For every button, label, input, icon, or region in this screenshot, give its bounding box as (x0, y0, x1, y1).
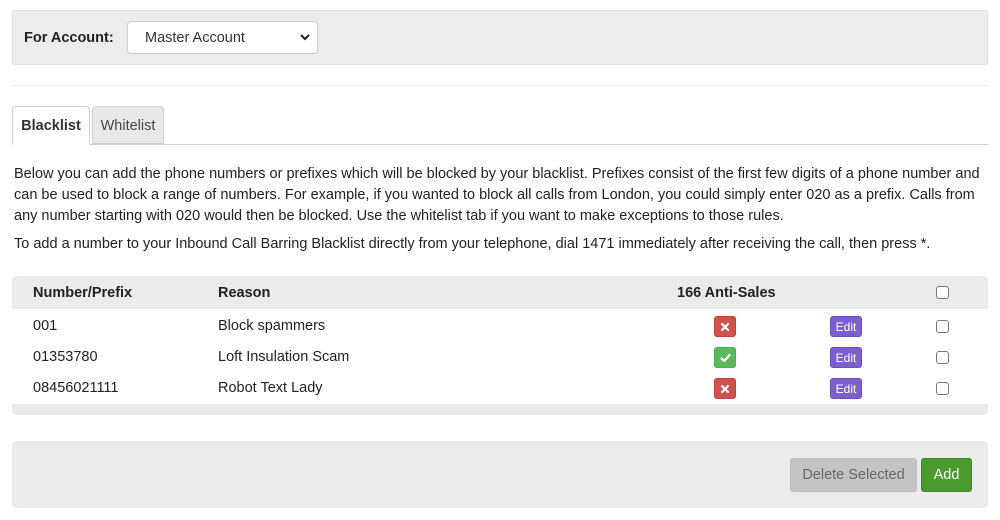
action-bar: Delete Selected Add (12, 441, 988, 508)
edit-button[interactable]: Edit (830, 378, 862, 399)
tab-bar-border (12, 144, 988, 145)
header-number: Number/Prefix (33, 285, 133, 301)
header-reason: Reason (218, 285, 271, 301)
row-number: 01353780 (33, 349, 98, 365)
tab-bar: Whitelist Blacklist (12, 106, 988, 145)
account-label: For Account: (24, 30, 114, 46)
header-anti-sales: 166 Anti-Sales (677, 285, 776, 301)
tab-blacklist[interactable]: Blacklist (12, 106, 90, 145)
blacklist-description: Below you can add the phone numbers or p… (14, 166, 980, 224)
dial-1471-hint: To add a number to your Inbound Call Bar… (14, 236, 931, 252)
add-button[interactable]: Add (921, 458, 972, 492)
select-all-checkbox[interactable] (936, 286, 949, 299)
table-row: 001 Block spammers Edit (12, 311, 988, 342)
row-reason: Robot Text Lady (218, 380, 323, 396)
edit-button[interactable]: Edit (830, 347, 862, 368)
account-select[interactable]: Master Account (127, 21, 318, 54)
table-body: 001 Block spammers Edit 01353780 Loft In… (12, 309, 988, 404)
cross-icon (720, 322, 730, 331)
blacklist-table: Number/Prefix Reason 166 Anti-Sales 001 … (12, 276, 988, 415)
checkmark-icon (719, 353, 731, 362)
row-number: 08456021111 (33, 380, 119, 396)
row-checkbox[interactable] (936, 320, 949, 333)
table-row: 08456021111 Robot Text Lady Edit (12, 373, 988, 404)
edit-button[interactable]: Edit (830, 316, 862, 337)
tab-whitelist[interactable]: Whitelist (92, 106, 164, 144)
row-reason: Block spammers (218, 318, 326, 334)
row-reason: Loft Insulation Scam (218, 349, 350, 365)
cross-icon (720, 384, 730, 393)
anti-sales-toggle[interactable] (714, 316, 736, 337)
account-select-value: Master Account (145, 30, 245, 46)
anti-sales-toggle[interactable] (714, 378, 736, 399)
account-bar: For Account: Master Account (12, 10, 988, 65)
row-checkbox[interactable] (936, 351, 949, 364)
table-row: 01353780 Loft Insulation Scam Edit (12, 342, 988, 373)
row-number: 001 (33, 318, 58, 334)
anti-sales-toggle[interactable] (714, 347, 736, 368)
table-header: Number/Prefix Reason 166 Anti-Sales (12, 276, 988, 309)
row-checkbox[interactable] (936, 382, 949, 395)
divider (12, 85, 988, 86)
chevron-down-icon (300, 34, 310, 41)
delete-selected-button[interactable]: Delete Selected (790, 458, 917, 492)
